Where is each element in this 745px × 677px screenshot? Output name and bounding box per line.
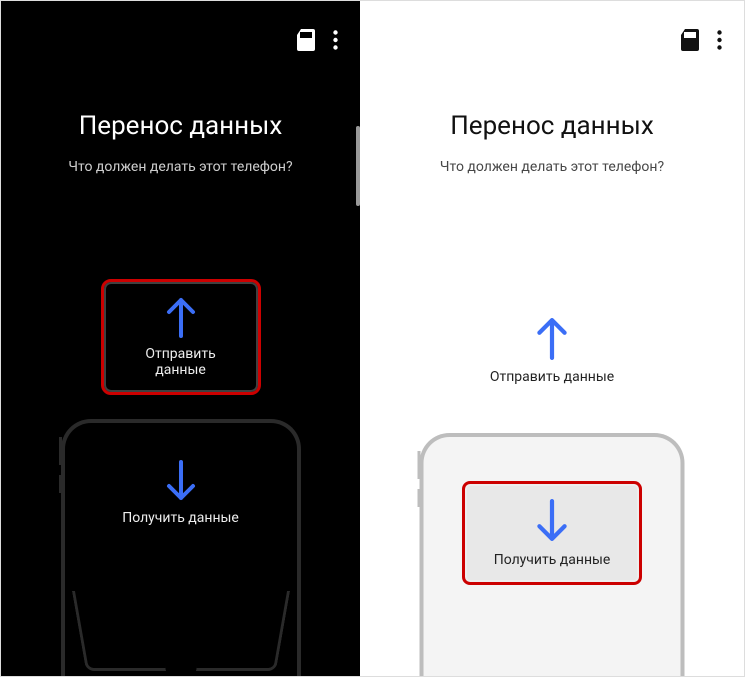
send-data-label: Отправить данные <box>124 346 238 378</box>
page-subtitle: Что должен делать этот телефон? <box>360 159 744 175</box>
receive-data-button[interactable]: Получить данные <box>101 446 261 540</box>
screen-light: Перенос данных Что должен делать этот те… <box>360 1 744 676</box>
arrow-up-icon <box>124 294 238 340</box>
arrow-down-icon <box>121 458 241 504</box>
receive-data-label: Получить данные <box>485 552 619 568</box>
screen-dark: Перенос данных Что должен делать этот те… <box>1 1 360 676</box>
send-data-label: Отправить данные <box>472 369 632 385</box>
page-title: Перенос данных <box>360 111 744 141</box>
arrow-up-icon <box>472 313 632 363</box>
topbar <box>681 29 722 55</box>
receive-data-label: Получить данные <box>121 510 241 526</box>
send-data-button[interactable]: Отправить данные <box>101 279 261 395</box>
more-vert-icon[interactable] <box>333 30 338 54</box>
page-title: Перенос данных <box>1 111 360 141</box>
arrow-down-icon <box>485 496 619 546</box>
receive-data-button[interactable]: Получить данные <box>462 481 642 585</box>
sd-card-icon[interactable] <box>681 29 699 55</box>
sd-card-icon[interactable] <box>297 29 315 55</box>
more-vert-icon[interactable] <box>717 30 722 54</box>
send-data-button[interactable]: Отправить данные <box>452 301 652 399</box>
topbar <box>297 29 338 55</box>
page-subtitle: Что должен делать этот телефон? <box>1 159 360 175</box>
